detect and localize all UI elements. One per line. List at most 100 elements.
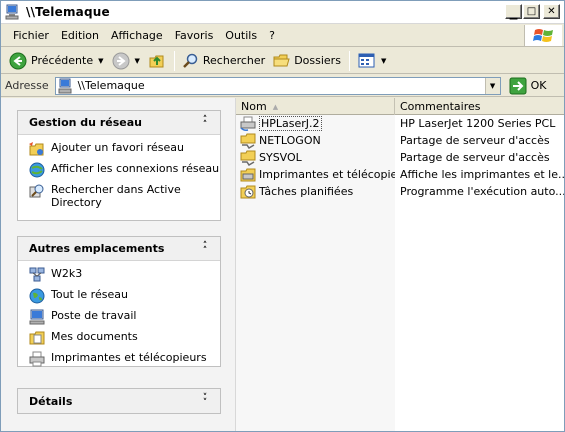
task-label: Rechercher dans Active Directory: [51, 183, 181, 209]
column-comments-label: Commentaires: [400, 100, 481, 113]
domain-icon: [29, 267, 45, 282]
place-w2k3[interactable]: W2k3: [29, 267, 220, 283]
folders-button[interactable]: Dossiers: [269, 50, 345, 72]
place-label: Tout le réseau: [51, 288, 128, 301]
maximize-icon: □: [526, 5, 537, 17]
menu-help[interactable]: ?: [263, 29, 281, 42]
forward-dropdown-icon[interactable]: ▼: [135, 57, 140, 65]
file-row-scheduled-tasks[interactable]: Tâches planifiées Programme l'exécution …: [236, 183, 564, 200]
task-search-active-directory[interactable]: Rechercher dans Active Directory: [29, 183, 220, 209]
my-computer-icon: [29, 309, 45, 325]
folders-icon: [273, 54, 290, 66]
file-comment: Programme l'exécution auto...: [400, 185, 564, 198]
file-list: Nom ▲ Commentaires HPLaserJ.2 HP LaserJe…: [236, 98, 564, 431]
file-name: Tâches planifiées: [259, 185, 354, 198]
column-headers: Nom ▲ Commentaires: [236, 98, 564, 115]
address-input[interactable]: \\Telemaque ▼: [54, 76, 501, 95]
place-label: W2k3: [51, 267, 83, 280]
place-my-documents[interactable]: Mes documents: [29, 330, 220, 346]
place-label: Imprimantes et télécopieurs: [51, 351, 207, 364]
content-area: Gestion du réseau ˄ ˄ Ajouter un favori r…: [1, 98, 564, 431]
place-my-computer[interactable]: Poste de travail: [29, 309, 220, 325]
other-places-header[interactable]: Autres emplacements ˄ ˄: [18, 237, 220, 261]
task-pane: Gestion du réseau ˄ ˄ Ajouter un favori r…: [1, 98, 236, 431]
forward-arrow-icon: [112, 52, 129, 69]
network-tasks-panel: Gestion du réseau ˄ ˄ Ajouter un favori r…: [17, 110, 221, 221]
add-network-place-icon: [29, 142, 44, 156]
scheduled-tasks-icon: [240, 185, 256, 198]
details-header[interactable]: Détails ˅ ˅: [18, 389, 220, 413]
go-button[interactable]: OK: [509, 77, 547, 95]
views-button[interactable]: ▼: [354, 50, 390, 72]
minimize-button[interactable]: ▁: [505, 4, 522, 19]
search-icon: [183, 53, 198, 68]
printer-icon: [240, 116, 256, 131]
views-dropdown-icon: ▼: [380, 56, 387, 65]
file-row-sysvol[interactable]: SYSVOL Partage de serveur d'accès: [236, 149, 564, 166]
up-folder-button[interactable]: [144, 50, 170, 72]
other-places-title: Autres emplacements: [29, 242, 165, 255]
file-comment: Affiche les imprimantes et le...: [400, 168, 564, 181]
maximize-button[interactable]: □: [523, 4, 540, 19]
file-comment: Partage de serveur d'accès: [400, 151, 550, 164]
search-label: Rechercher: [202, 54, 266, 67]
file-comment: HP LaserJet 1200 Series PCL: [400, 117, 556, 130]
address-value: \\Telemaque: [77, 79, 145, 92]
file-row-netlogon[interactable]: NETLOGON Partage de serveur d'accès: [236, 132, 564, 149]
close-button[interactable]: ✕: [543, 4, 560, 19]
column-name-label: Nom: [241, 100, 267, 113]
file-name: HPLaserJ.2: [259, 116, 322, 131]
menu-bar: Fichier Edition Affichage Favoris Outils…: [1, 24, 564, 47]
back-button[interactable]: Précédente ▼: [5, 50, 108, 72]
collapse-chevron-icon[interactable]: ˄ ˄: [198, 115, 212, 130]
back-dropdown-icon[interactable]: ▼: [98, 57, 103, 65]
place-printers[interactable]: Imprimantes et télécopieurs: [29, 351, 220, 367]
shared-folder-icon: [240, 150, 256, 166]
entire-network-icon: [29, 288, 45, 304]
toolbar-separator-2: [348, 50, 350, 71]
file-name: NETLOGON: [259, 134, 321, 147]
menu-favoris[interactable]: Favoris: [169, 29, 220, 42]
expand-chevron-icon[interactable]: ˅ ˅: [198, 393, 212, 408]
file-comment: Partage de serveur d'accès: [400, 134, 550, 147]
go-label: OK: [530, 79, 547, 92]
collapse-chevron-icon[interactable]: ˄ ˄: [198, 241, 212, 256]
back-arrow-icon: [9, 52, 27, 69]
place-entire-network[interactable]: Tout le réseau: [29, 288, 220, 304]
network-tasks-title: Gestion du réseau: [29, 116, 142, 129]
details-panel: Détails ˅ ˅: [17, 388, 221, 414]
menu-fichier[interactable]: Fichier: [7, 29, 55, 42]
file-row-hplaserj2[interactable]: HPLaserJ.2 HP LaserJet 1200 Series PCL: [236, 115, 564, 132]
file-rows: HPLaserJ.2 HP LaserJet 1200 Series PCL N…: [236, 115, 564, 200]
minimize-icon: ▁: [509, 8, 518, 20]
go-arrow-icon: [509, 77, 527, 94]
menu-outils[interactable]: Outils: [219, 29, 263, 42]
column-header-name[interactable]: Nom ▲: [236, 98, 395, 115]
network-computer-small-icon: [58, 78, 72, 93]
address-dropdown-button[interactable]: ▼: [484, 77, 500, 94]
file-name: Imprimantes et télécopieurs: [259, 168, 395, 181]
network-computer-icon: [5, 4, 19, 20]
network-connections-icon: [29, 162, 45, 178]
menu-edition[interactable]: Edition: [55, 29, 105, 42]
task-view-network-connections[interactable]: Afficher les connexions réseau: [29, 162, 220, 178]
task-add-network-place[interactable]: Ajouter un favori réseau: [29, 141, 220, 157]
window-controls: ▁ □ ✕: [505, 4, 560, 19]
window-title: \\Telemaque: [26, 5, 110, 19]
sort-ascending-icon: ▲: [272, 102, 279, 111]
chevron-down-icon: ▼: [489, 81, 496, 90]
file-row-printers[interactable]: Imprimantes et télécopieurs Affiche les …: [236, 166, 564, 183]
explorer-window: \\Telemaque ▁ □ ✕ Fichier Edition Affich…: [0, 0, 565, 432]
back-label: Précédente: [31, 54, 94, 67]
details-title: Détails: [29, 394, 73, 408]
menu-affichage[interactable]: Affichage: [105, 29, 169, 42]
search-button[interactable]: Rechercher: [179, 50, 269, 72]
forward-button[interactable]: ▼: [108, 50, 144, 72]
windows-logo: [524, 25, 562, 46]
my-documents-icon: [29, 331, 45, 345]
place-label: Poste de travail: [51, 309, 137, 322]
search-directory-icon: [29, 184, 44, 198]
task-label: Afficher les connexions réseau: [51, 162, 220, 175]
network-tasks-header[interactable]: Gestion du réseau ˄ ˄: [18, 111, 220, 135]
column-header-comments[interactable]: Commentaires: [395, 98, 564, 115]
